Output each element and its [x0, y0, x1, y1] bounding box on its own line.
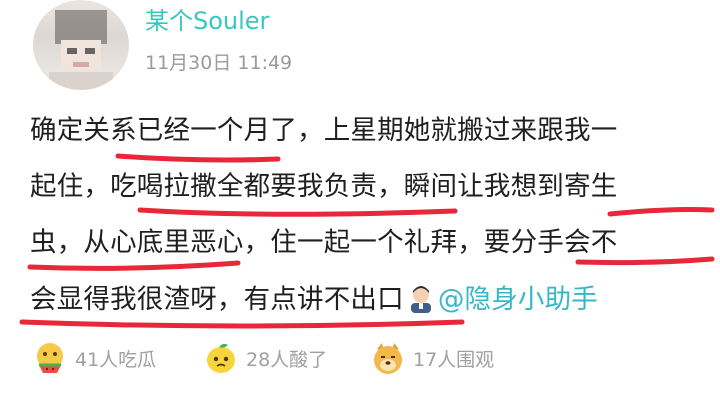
post-text-line: 确定关系已经一个月了，上星期她就搬过来跟我一 — [30, 115, 618, 146]
reaction-label: 41人吃瓜 — [75, 348, 157, 371]
dog-face-emoji-icon — [371, 341, 405, 375]
post-text-line: 虫，从心底里恶心，住一起一个礼拜，要分手会不 — [30, 227, 618, 258]
mention-link[interactable]: @隐身小助手 — [438, 284, 598, 315]
post-text-tail: 会显得我很渣呀，有点讲不出口 — [30, 284, 404, 315]
user-emoji-icon — [406, 283, 436, 313]
post-text-line: 起住，吃喝拉撒全都要我负责，瞬间让我想到寄生 — [30, 171, 618, 202]
reaction-label: 28人酸了 — [246, 348, 328, 371]
red-underline — [137, 207, 458, 217]
red-underline — [27, 260, 241, 271]
post-card: 某个Souler 11月30日 11:49 确定关系已经一个月了，上星期她就搬过… — [0, 0, 720, 405]
reaction-sour[interactable]: 28人酸了 — [204, 340, 327, 376]
red-underline — [607, 207, 715, 217]
eating-melon-emoji-icon — [33, 341, 67, 375]
avatar[interactable] — [33, 0, 129, 90]
reaction-watching[interactable]: 17人围观 — [371, 340, 494, 376]
red-underline — [19, 319, 465, 329]
red-underline — [115, 153, 281, 163]
post-text-line-last: 会显得我很渣呀，有点讲不出口 @隐身小助手 — [30, 283, 598, 317]
sour-lemon-emoji-icon — [204, 341, 238, 375]
reaction-eat-melon[interactable]: 41人吃瓜 — [33, 340, 156, 376]
username[interactable]: 某个Souler — [145, 6, 269, 36]
post-timestamp: 11月30日 11:49 — [145, 52, 293, 74]
reaction-label: 17人围观 — [413, 348, 495, 371]
